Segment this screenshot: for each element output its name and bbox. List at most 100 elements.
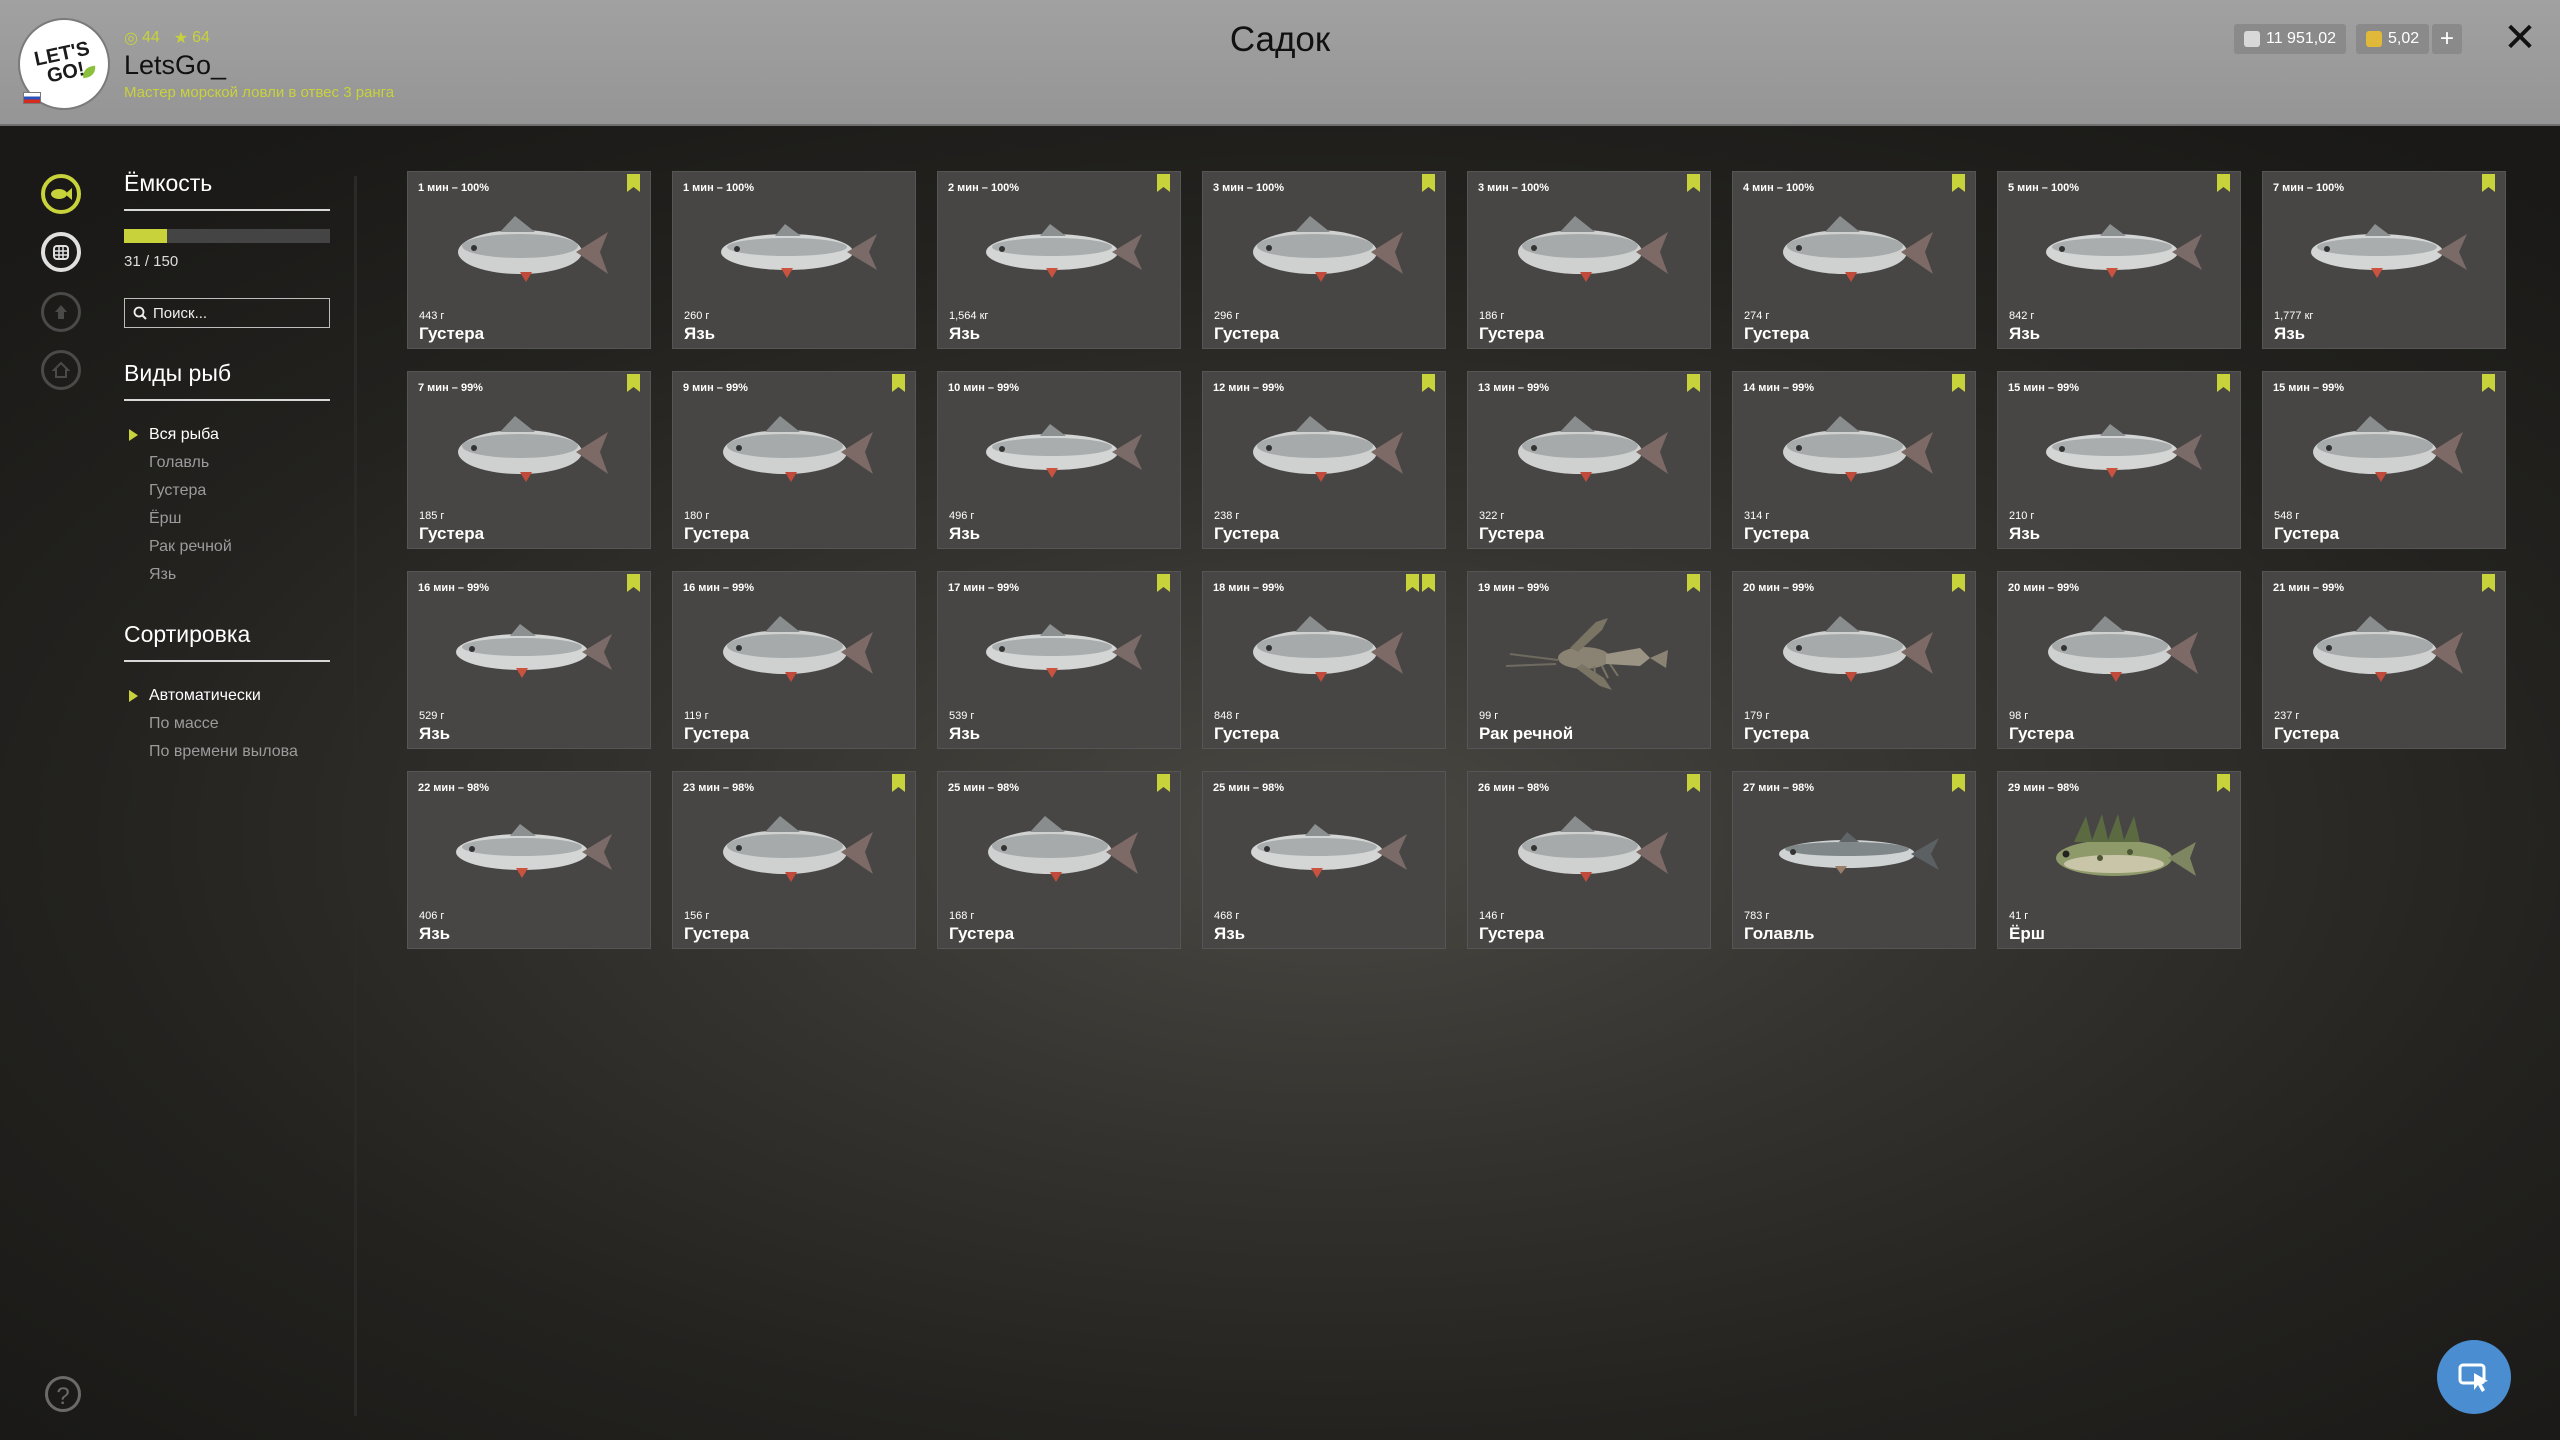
catch-card[interactable]: 16 мин – 99% 119 г Густера bbox=[673, 572, 915, 748]
catch-time: 18 мин – 99% bbox=[1213, 582, 1285, 594]
catch-time: 21 мин – 99% bbox=[2273, 582, 2345, 594]
bookmark-icon bbox=[892, 374, 905, 392]
species-title: Виды рыб bbox=[124, 360, 330, 401]
catch-card[interactable]: 17 мин – 99% 539 г Язь bbox=[938, 572, 1180, 748]
catch-card[interactable]: 7 мин – 100% 1,777 кг Язь bbox=[2263, 172, 2505, 348]
catch-weight: 179 г bbox=[1744, 710, 1770, 722]
fish-image bbox=[2046, 424, 2202, 478]
catch-card[interactable]: 25 мин – 98% 168 г Густера bbox=[938, 772, 1180, 948]
species-filter-item[interactable]: Голавль bbox=[124, 449, 330, 477]
catch-card[interactable]: 29 мин – 98% 41 г Ёрш bbox=[1998, 772, 2240, 948]
fish-image bbox=[723, 816, 873, 882]
catch-card[interactable]: 20 мин – 99% 98 г Густера bbox=[1998, 572, 2240, 748]
catch-flags bbox=[1952, 574, 1965, 592]
fish-image bbox=[723, 616, 873, 682]
catch-card[interactable]: 2 мин – 100% 1,564 кг Язь bbox=[938, 172, 1180, 348]
catch-flags bbox=[1952, 174, 1965, 192]
bookmark-icon bbox=[1157, 774, 1170, 792]
catch-card[interactable]: 3 мин – 100% 186 г Густера bbox=[1468, 172, 1710, 348]
add-currency-button[interactable]: + bbox=[2432, 24, 2462, 54]
catch-card[interactable]: 27 мин – 98% 783 г Голавль bbox=[1733, 772, 1975, 948]
catch-card[interactable]: 1 мин – 100% 443 г Густера bbox=[408, 172, 650, 348]
catch-weight: 1,564 кг bbox=[949, 310, 989, 322]
species-filter-item[interactable]: Язь bbox=[124, 561, 330, 589]
catch-card[interactable]: 23 мин – 98% 156 г Густера bbox=[673, 772, 915, 948]
catch-flags bbox=[1687, 174, 1700, 192]
trophy-icon[interactable] bbox=[41, 292, 81, 332]
catch-card[interactable]: 10 мин – 99% 496 г Язь bbox=[938, 372, 1180, 548]
catch-species: Густера bbox=[1744, 724, 1810, 743]
catch-time: 7 мин – 99% bbox=[418, 382, 483, 394]
catch-flags bbox=[1952, 374, 1965, 392]
bookmark-icon bbox=[627, 374, 640, 392]
catch-card[interactable]: 13 мин – 99% 322 г Густера bbox=[1468, 372, 1710, 548]
bookmark-icon bbox=[2482, 174, 2495, 192]
catch-card[interactable]: 25 мин – 98% 468 г Язь bbox=[1203, 772, 1445, 948]
catch-flags bbox=[627, 574, 640, 592]
fish-image bbox=[723, 416, 873, 482]
catch-card[interactable]: 5 мин – 100% 842 г Язь bbox=[1998, 172, 2240, 348]
fish-image bbox=[1783, 216, 1933, 282]
catch-time: 4 мин – 100% bbox=[1743, 182, 1815, 194]
cursor-mode-button[interactable] bbox=[2437, 1340, 2511, 1414]
catch-time: 17 мин – 99% bbox=[948, 582, 1020, 594]
fish-image bbox=[1518, 816, 1668, 882]
fish-image bbox=[456, 824, 612, 878]
catch-card[interactable]: 12 мин – 99% 238 г Густера bbox=[1203, 372, 1445, 548]
catch-weight: 210 г bbox=[2009, 510, 2035, 522]
search-placeholder: Поиск... bbox=[153, 304, 208, 322]
catch-flags bbox=[1687, 374, 1700, 392]
catch-card[interactable]: 19 мин – 99% 99 г Рак речной bbox=[1468, 572, 1710, 748]
catch-card[interactable]: 7 мин – 99% 185 г Густера bbox=[408, 372, 650, 548]
bookmark-icon bbox=[1687, 774, 1700, 792]
bookmark-icon bbox=[2217, 174, 2230, 192]
catch-card[interactable]: 18 мин – 99% 848 г Густера bbox=[1203, 572, 1445, 748]
crayfish-image bbox=[1505, 618, 1668, 690]
catch-weight: 539 г bbox=[949, 710, 975, 722]
catch-card[interactable]: 26 мин – 98% 146 г Густера bbox=[1468, 772, 1710, 948]
catch-weight: 848 г bbox=[1214, 710, 1240, 722]
catch-species: Густера bbox=[1744, 524, 1810, 543]
catch-card[interactable]: 21 мин – 99% 237 г Густера bbox=[2263, 572, 2505, 748]
question-icon[interactable]: ? bbox=[45, 1376, 81, 1412]
keepnet-icon[interactable] bbox=[41, 232, 81, 272]
fish-image bbox=[458, 216, 608, 282]
catch-weight: 156 г bbox=[684, 910, 710, 922]
close-button[interactable]: ✕ bbox=[2500, 18, 2540, 58]
fish-image bbox=[986, 424, 1142, 478]
sort-option[interactable]: По массе bbox=[124, 710, 330, 738]
bookmark-icon bbox=[1687, 574, 1700, 592]
catch-card[interactable]: 3 мин – 100% 296 г Густера bbox=[1203, 172, 1445, 348]
catch-time: 15 мин – 99% bbox=[2273, 382, 2345, 394]
catch-card[interactable]: 15 мин – 99% 548 г Густера bbox=[2263, 372, 2505, 548]
catch-card[interactable]: 15 мин – 99% 210 г Язь bbox=[1998, 372, 2240, 548]
catch-card[interactable]: 22 мин – 98% 406 г Язь bbox=[408, 772, 650, 948]
sidebar: Ёмкость 31 / 150 Поиск... Виды рыб Вся р… bbox=[124, 170, 330, 766]
gold-value: 5,02 bbox=[2388, 30, 2420, 47]
catch-card[interactable]: 4 мин – 100% 274 г Густера bbox=[1733, 172, 1975, 348]
catch-card[interactable]: 14 мин – 99% 314 г Густера bbox=[1733, 372, 1975, 548]
fish-icon[interactable] bbox=[41, 174, 81, 214]
catch-time: 29 мин – 98% bbox=[2008, 782, 2080, 794]
search-input[interactable]: Поиск... bbox=[124, 298, 330, 328]
sort-option[interactable]: По времени вылова bbox=[124, 738, 330, 766]
bookmark-icon bbox=[627, 174, 640, 192]
home-icon[interactable] bbox=[41, 350, 81, 390]
catch-weight: 41 г bbox=[2009, 910, 2029, 922]
catch-time: 14 мин – 99% bbox=[1743, 382, 1815, 394]
fish-image bbox=[2048, 616, 2198, 682]
catch-time: 1 мин – 100% bbox=[418, 182, 490, 194]
catch-species: Ёрш bbox=[2009, 924, 2045, 943]
catch-species: Густера bbox=[1479, 924, 1545, 943]
species-filter-item[interactable]: Рак речной bbox=[124, 533, 330, 561]
species-filter-item[interactable]: Ёрш bbox=[124, 505, 330, 533]
catch-card[interactable]: 20 мин – 99% 179 г Густера bbox=[1733, 572, 1975, 748]
catch-card[interactable]: 9 мин – 99% 180 г Густера bbox=[673, 372, 915, 548]
sort-option[interactable]: Автоматически bbox=[124, 682, 330, 710]
species-filter-item[interactable]: Густера bbox=[124, 477, 330, 505]
catch-weight: 119 г bbox=[684, 710, 709, 722]
catch-card[interactable]: 16 мин – 99% 529 г Язь bbox=[408, 572, 650, 748]
catch-species: Густера bbox=[1744, 324, 1810, 343]
species-filter-item[interactable]: Вся рыба bbox=[124, 421, 330, 449]
catch-card[interactable]: 1 мин – 100% 260 г Язь bbox=[673, 172, 915, 348]
